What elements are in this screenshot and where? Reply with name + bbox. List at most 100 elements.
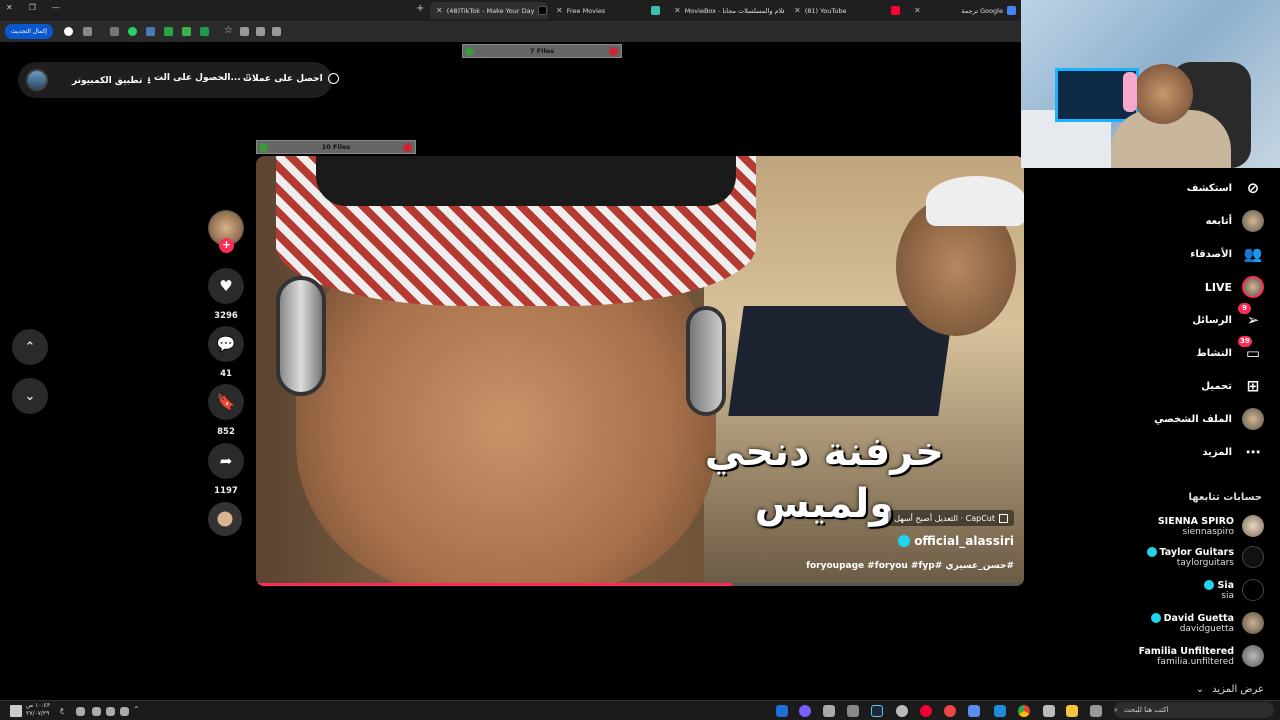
comment-icon[interactable]: 💬 [208,326,244,362]
account-item[interactable]: Sia sia [1204,579,1264,601]
heart-icon[interactable]: ♥ [208,268,244,304]
next-video-button[interactable]: ⌄ [12,378,48,414]
desktop-app-link[interactable]: تطبيق الكمبيوتر ⭳ [72,73,151,89]
sidebar-item-profile[interactable]: الملف الشخصي [1154,408,1264,430]
browser-toolbar: إكمال التحديث ☆ [0,21,1021,42]
live-icon [1242,276,1264,298]
file-explorer-icon[interactable] [1066,705,1078,717]
sidebar-item-activity[interactable]: ▭ 39 النشاط [1196,336,1264,364]
notification-icon[interactable] [10,705,22,717]
update-button[interactable]: إكمال التحديث [5,24,53,39]
extension-icon[interactable] [110,27,119,36]
tray-icon[interactable] [76,707,85,716]
avatar [1242,579,1264,601]
site-icon [651,6,660,15]
close-tab-icon[interactable]: ✕ [436,6,443,15]
tab-youtube[interactable]: ✕ (81) YouTube [790,2,904,19]
account-item[interactable]: SIENNA SPIRO siennaspiro [1158,515,1264,537]
taskbar-search[interactable]: اكتب هنا للبحث ⌕ [1114,702,1274,718]
get-coins-link[interactable]: احصل على عملات [243,73,339,84]
minimize-window-icon[interactable]: — [52,3,60,12]
app-icon[interactable] [994,705,1006,717]
bookmark-icon[interactable]: 🔖 [208,384,244,420]
sidebar-item-more[interactable]: ⋯ المزيد [1202,441,1264,463]
tab-free-movies[interactable]: ✕ Free Movies [552,2,664,19]
restore-window-icon[interactable]: ❐ [29,3,36,12]
extension-icon[interactable] [240,27,249,36]
app-icon[interactable] [776,705,788,717]
close-icon[interactable] [403,143,412,152]
translate-icon [1007,6,1016,15]
new-tab-icon[interactable]: + [416,3,424,14]
chevron-down-icon: ⌄ [24,388,36,404]
video-hashtags[interactable]: #حسن_عسيري #foryoupage #foryou #fyp [806,561,1014,571]
messages-badge: 9 [1238,303,1251,314]
close-tab-icon[interactable]: ✕ [914,6,921,15]
profile-icon[interactable] [64,27,73,36]
volume-icon[interactable] [120,707,129,716]
chevron-up-icon: ⌃ [24,339,36,355]
sidebar-item-explore[interactable]: ⊘ استكشف [1187,177,1264,199]
avatar[interactable] [26,69,48,91]
video-player[interactable]: خرفنة دنحي ولميس CapCut · التعديل أصبح أ… [256,156,1024,586]
close-tab-icon[interactable]: ✕ [556,6,563,15]
zoom-icon[interactable] [256,27,265,36]
app-icon[interactable] [1043,705,1055,717]
video-progress-bar[interactable] [256,583,1024,586]
sound-disc-icon[interactable] [208,502,242,536]
sidebar-item-friends[interactable]: 👥 الأصدقاء [1190,243,1264,265]
taskbar-clock[interactable]: ١٠:٤٣ ص ٢٧/٠٧/٢٩ [26,702,50,718]
app-icon[interactable] [799,705,811,717]
shield-icon[interactable] [164,27,173,36]
task-view-icon[interactable] [1090,705,1102,717]
close-window-icon[interactable]: ✕ [6,3,13,12]
previous-video-button[interactable]: ⌃ [12,329,48,365]
video-author[interactable]: official_alassiri [898,534,1014,548]
app-icon[interactable] [920,705,932,717]
tab-tiktok[interactable]: ✕ (48)TikTok - Make Your Day [430,2,548,19]
tab-google-translate[interactable]: ✕ ترجمة Google [910,2,1020,19]
account-item[interactable]: Familia Unfiltered familia.unfiltered [1139,645,1264,667]
close-tab-icon[interactable]: ✕ [674,6,681,15]
language-indicator[interactable]: ع [60,706,64,714]
more-icon: ⋯ [1245,443,1261,461]
sidebar-item-following[interactable]: أتابعه [1206,210,1264,232]
capcut-tag[interactable]: CapCut · التعديل أصبح أسهل [888,510,1014,526]
app-icon[interactable] [944,705,956,717]
extension-icon[interactable] [146,27,155,36]
youtube-icon [891,6,900,15]
sidebar-item-live[interactable]: LIVE [1205,276,1264,298]
network-icon[interactable] [92,707,101,716]
avatar [1242,515,1264,537]
get-app-link[interactable]: الحصول على الت... ▯ [154,73,251,83]
microphone-icon[interactable] [106,707,115,716]
settings-icon[interactable] [896,705,908,717]
close-icon[interactable] [609,47,618,56]
chrome-icon[interactable] [1018,705,1030,717]
files-panel-top[interactable]: 7 Files [462,44,622,58]
verified-icon [1146,547,1157,557]
video-headphone [686,306,726,416]
files-panel-video[interactable]: 10 Files [256,140,416,154]
cast-icon[interactable] [272,27,281,36]
app-icon[interactable] [968,705,980,717]
sidebar-item-messages[interactable]: ➢ 9 الرسائل [1192,303,1264,331]
extension-icon[interactable] [83,27,92,36]
account-item[interactable]: Taylor Guitars taylorguitars [1146,546,1264,568]
extension-icon[interactable] [182,27,191,36]
app-icon[interactable] [823,705,835,717]
whatsapp-icon[interactable] [128,27,137,36]
follow-plus-icon[interactable]: + [219,238,234,253]
tab-moviebox[interactable]: ✕ MovieBox - أفلام والمسلسلات مجانا [670,2,784,19]
avatar [1242,612,1264,634]
steam-icon[interactable] [871,705,883,717]
sidebar-item-upload[interactable]: ⊞ تحميل [1201,375,1264,397]
chevron-up-icon[interactable]: ⌃ [133,705,140,714]
extension-icon[interactable] [200,27,209,36]
close-tab-icon[interactable]: ✕ [794,6,801,15]
account-item[interactable]: David Guetta davidguetta [1150,612,1264,634]
star-icon[interactable]: ☆ [224,25,233,36]
share-icon[interactable]: ➦ [208,443,244,479]
see-more-link[interactable]: عرض المزيد ⌄ [1196,684,1264,695]
app-icon[interactable] [847,705,859,717]
